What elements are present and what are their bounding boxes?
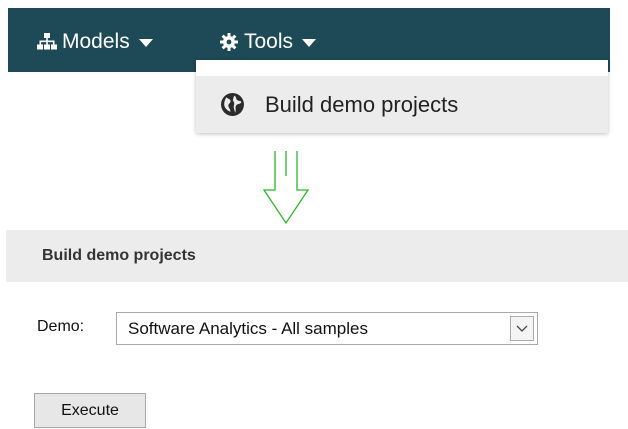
- demo-select-value: Software Analytics - All samples: [128, 319, 368, 338]
- demo-select[interactable]: Software Analytics - All samples: [116, 312, 538, 345]
- chevron-down-icon: [138, 39, 153, 47]
- menu-item-label: Build demo projects: [265, 91, 459, 117]
- down-arrow-icon: [262, 150, 310, 231]
- menu-item-build-demo-projects[interactable]: Build demo projects: [196, 76, 608, 133]
- execute-button[interactable]: Execute: [34, 393, 146, 428]
- tools-menu-label: Tools: [244, 30, 294, 53]
- globe-icon: [220, 92, 245, 117]
- tools-menu[interactable]: Tools: [218, 30, 317, 54]
- tools-dropdown: Build demo projects: [196, 60, 608, 133]
- chevron-down-icon: [516, 325, 528, 332]
- demo-label: Demo:: [37, 318, 85, 335]
- chevron-down-icon: [302, 39, 317, 47]
- page: Models Tools Build demo projects Build d…: [0, 0, 628, 429]
- models-menu-label: Models: [62, 30, 130, 53]
- sitemap-icon: [36, 31, 58, 53]
- gear-icon: [218, 31, 240, 53]
- section-title: Build demo projects: [42, 247, 196, 264]
- models-menu[interactable]: Models: [36, 30, 153, 54]
- section-header: Build demo projects: [6, 230, 628, 282]
- select-dropdown-button[interactable]: [510, 316, 534, 341]
